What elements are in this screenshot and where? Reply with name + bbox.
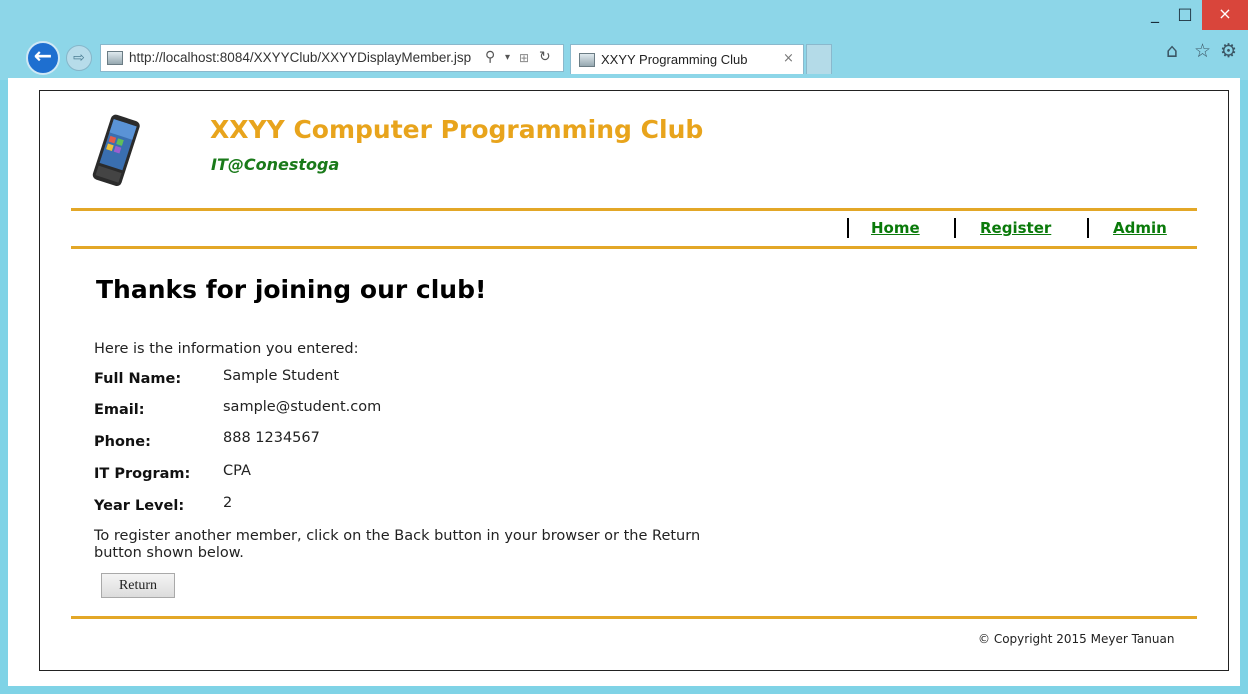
it-program-label: IT Program: [94,466,191,482]
maximize-button[interactable]: □ [1170,0,1200,30]
home-icon[interactable]: ⌂ [1166,40,1178,62]
phone-value: 888 1234567 [223,430,320,446]
tab-favicon-icon [579,53,595,67]
confirmation-heading: Thanks for joining our club! [96,275,487,304]
browser-chrome: _ □ × ← ⇨ http://localhost:8084/XXYYClub… [0,0,1248,80]
gear-icon[interactable]: ⚙ [1220,40,1237,62]
close-window-button[interactable]: × [1202,0,1248,30]
page-viewport: XXYY Computer Programming Club IT@Conest… [8,78,1240,686]
nav-link-register[interactable]: Register [980,219,1051,237]
address-bar[interactable]: http://localhost:8084/XXYYClub/XXYYDispl… [100,44,564,72]
it-program-value: CPA [223,463,251,479]
page-container: XXYY Computer Programming Club IT@Conest… [39,90,1229,671]
nav-separator [847,218,849,238]
nav-divider [71,246,1197,249]
refresh-icon[interactable]: ↻ [539,49,551,65]
minimize-button[interactable]: _ [1140,0,1170,30]
page-title: XXYY Computer Programming Club [210,115,704,144]
return-instructions: To register another member, click on the… [94,528,701,561]
forward-button[interactable]: ⇨ [66,45,92,71]
full-name-value: Sample Student [223,368,340,384]
smartphone-icon [92,114,140,187]
compatibility-view-icon[interactable]: ⊞ [519,51,529,65]
copyright-text: © Copyright 2015 Meyer Tanuan [978,632,1175,646]
intro-text: Here is the information you entered: [94,341,359,357]
new-tab-button[interactable] [806,44,832,74]
year-level-value: 2 [223,495,233,511]
phone-label: Phone: [94,434,151,450]
url-text[interactable]: http://localhost:8084/XXYYClub/XXYYDispl… [129,50,471,65]
back-button[interactable]: ← [26,41,60,75]
tab-close-icon[interactable]: × [783,51,794,66]
chevron-down-icon[interactable]: ▾ [505,52,510,63]
page-subtitle: IT@Conestoga [211,155,340,174]
nav-separator [1087,218,1089,238]
nav-link-admin[interactable]: Admin [1113,219,1167,237]
favorites-star-icon[interactable]: ☆ [1194,40,1211,62]
nav-bar: Home Register Admin [40,216,1230,242]
nav-link-home[interactable]: Home [871,219,920,237]
nav-separator [954,218,956,238]
email-label: Email: [94,402,145,418]
browser-tab[interactable]: XXYY Programming Club × [570,44,804,74]
full-name-label: Full Name: [94,371,182,387]
year-level-label: Year Level: [94,498,185,514]
search-icon[interactable]: ⚲ [485,49,495,65]
email-value: sample@student.com [223,399,382,415]
header-divider [71,208,1197,211]
page-favicon-icon [107,51,123,65]
footer-divider [71,616,1197,619]
return-button[interactable]: Return [101,573,175,598]
tab-title: XXYY Programming Club [601,52,748,67]
